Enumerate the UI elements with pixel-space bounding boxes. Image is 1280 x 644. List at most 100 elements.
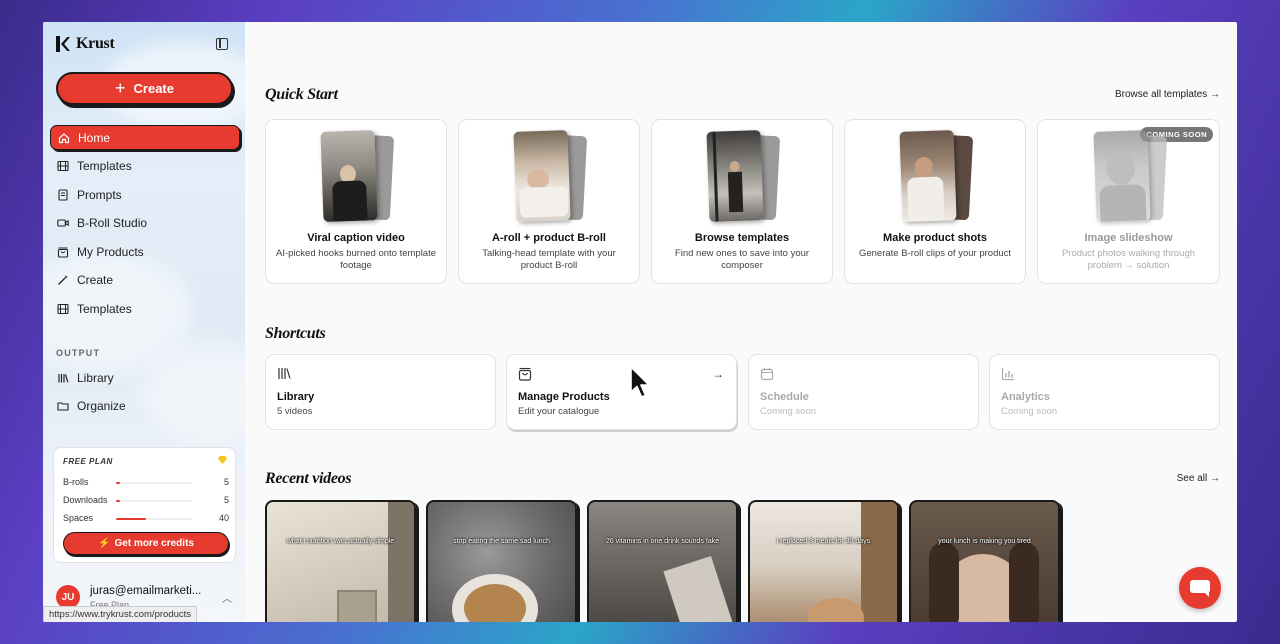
- sidebar-item-create[interactable]: Create: [50, 268, 240, 293]
- usage-bar: [116, 500, 192, 502]
- quick-start-card[interactable]: Browse templates Find new ones to save i…: [651, 119, 833, 284]
- wand-icon: [57, 274, 69, 286]
- arrow-right-icon: →: [712, 367, 724, 381]
- browse-all-templates-link[interactable]: Browse all templates →: [1115, 89, 1220, 100]
- see-all-videos-link[interactable]: See all →: [1177, 473, 1220, 484]
- output-section-label: OUTPUT: [56, 348, 101, 358]
- sidebar-item-label: Organize: [77, 399, 126, 413]
- card-description: Talking-head template with your product …: [482, 248, 616, 271]
- plan-title: FREE PLAN: [63, 457, 113, 466]
- usage-value: 40: [218, 513, 229, 523]
- sidebar-item-b-roll-studio[interactable]: B-Roll Studio: [50, 211, 240, 236]
- app-window: Krust + Create Home Templates Prompts B-…: [43, 22, 1237, 622]
- shortcut-analytics: Analytics Coming soon: [989, 354, 1220, 430]
- template-preview-thumbnail: [1091, 130, 1167, 223]
- bag-icon: [57, 246, 69, 258]
- sidebar-item-organize[interactable]: Organize: [50, 394, 240, 419]
- library-icon: [57, 372, 69, 384]
- sidebar-item-home[interactable]: Home: [50, 125, 240, 150]
- usage-bar: [116, 482, 192, 484]
- url-status-tooltip: https://www.trykrust.com/products: [43, 606, 198, 622]
- sidebar-item-label: B-Roll Studio: [77, 216, 148, 230]
- card-description: Product photos walking through problem →…: [1061, 248, 1196, 271]
- shortcut-subtitle: Coming soon: [1001, 406, 1057, 417]
- card-title: Image slideshow: [1084, 232, 1173, 244]
- get-more-credits-button[interactable]: ⚡ Get more credits: [63, 532, 229, 555]
- quick-start-card: COMING SOON Image slideshow Product phot…: [1037, 119, 1220, 284]
- usage-row-downloads: Downloads 5: [63, 495, 229, 507]
- sidebar-item-templates[interactable]: Templates: [50, 154, 240, 179]
- recent-video-card[interactable]: what i nutrition was actually simple: [265, 500, 416, 622]
- brand-name: Krust: [76, 35, 115, 52]
- shortcut-subtitle: 5 videos: [277, 406, 313, 417]
- shortcut-subtitle: Coming soon: [760, 406, 816, 417]
- usage-row-spaces: Spaces 40: [63, 513, 229, 525]
- home-icon: [58, 132, 70, 144]
- usage-value: 5: [223, 495, 229, 505]
- sidebar-item-label: Prompts: [77, 187, 122, 202]
- quick-start-card[interactable]: Viral caption video AI-picked hooks burn…: [265, 119, 447, 284]
- film-icon: [57, 160, 69, 172]
- film-icon: [57, 303, 69, 315]
- sidebar-toggle-icon[interactable]: [216, 38, 228, 50]
- recent-video-card[interactable]: 26 vitamins in one drink sounds fake: [587, 500, 738, 622]
- video-caption: what i nutrition was actually simple: [286, 538, 395, 545]
- shortcut-manage-products[interactable]: → Manage Products Edit your catalogue: [506, 354, 737, 430]
- credits-button-label: Get more credits: [114, 538, 194, 549]
- sidebar-item-library[interactable]: Library: [50, 365, 240, 390]
- quick-start-card[interactable]: Make product shots Generate B-roll clips…: [844, 119, 1026, 284]
- plan-card: FREE PLAN B-rolls 5 Downloads 5 Spaces 4…: [53, 447, 236, 563]
- quick-start-heading: Quick Start: [265, 86, 338, 103]
- usage-value: 5: [223, 477, 229, 487]
- sidebar-item-my-products[interactable]: My Products: [50, 239, 240, 264]
- card-description: AI-picked hooks burned onto template foo…: [276, 248, 437, 271]
- usage-label: Downloads: [63, 495, 108, 505]
- document-icon: [57, 188, 69, 201]
- create-button-label: Create: [133, 81, 174, 96]
- chevron-up-icon: ︿: [222, 594, 232, 605]
- sidebar-item-label: Create: [77, 273, 114, 287]
- video-caption: 26 vitamins in one drink sounds fake: [605, 538, 720, 545]
- shortcut-subtitle: Edit your catalogue: [518, 406, 600, 417]
- recent-videos-heading: Recent videos: [265, 470, 352, 487]
- shortcut-library[interactable]: Library 5 videos: [265, 354, 496, 430]
- chat-support-button[interactable]: [1179, 567, 1221, 609]
- shortcut-title: Schedule: [760, 391, 809, 403]
- shortcut-title: Library: [277, 391, 315, 403]
- sidebar-item-label: Library: [77, 370, 114, 385]
- plus-icon: +: [115, 77, 126, 98]
- sidebar-item-label: My Products: [77, 244, 144, 259]
- sidebar-item-templates-2[interactable]: Templates: [50, 296, 240, 321]
- usage-row-brolls: B-rolls 5: [63, 477, 229, 489]
- video-caption: your lunch is making you tired: [938, 538, 1031, 545]
- calendar-icon: [760, 367, 774, 384]
- template-preview-thumbnail: [897, 130, 974, 223]
- library-icon: [277, 367, 291, 383]
- sidebar-item-label: Home: [78, 130, 111, 145]
- recent-video-card[interactable]: your lunch is making you tired: [909, 500, 1060, 622]
- card-description: Find new ones to save into your composer: [674, 248, 810, 271]
- sidebar: Krust + Create Home Templates Prompts B-…: [43, 22, 245, 622]
- card-title: Viral caption video: [307, 232, 405, 244]
- usage-label: B-rolls: [63, 477, 89, 487]
- card-title: Make product shots: [883, 232, 987, 244]
- template-preview-thumbnail: [511, 130, 588, 223]
- card-description: Generate B-roll clips of your product: [858, 248, 1012, 259]
- video-icon: [57, 217, 69, 229]
- gem-icon: [218, 456, 227, 464]
- folder-icon: [57, 400, 69, 412]
- bolt-icon: ⚡: [98, 538, 111, 549]
- sidebar-item-label: Templates: [77, 301, 132, 316]
- recent-video-card[interactable]: i replaced 3 meals for 30 days: [748, 500, 899, 622]
- output-nav: Library Organize: [50, 365, 240, 422]
- recent-video-card[interactable]: stop eating the same sad lunch: [426, 500, 577, 622]
- shortcut-schedule: Schedule Coming soon: [748, 354, 979, 430]
- card-title: Browse templates: [694, 232, 790, 244]
- video-caption: i replaced 3 meals for 30 days: [776, 538, 871, 545]
- sidebar-item-prompts[interactable]: Prompts: [50, 182, 240, 207]
- bag-icon: [518, 367, 532, 384]
- brand[interactable]: Krust: [56, 35, 115, 53]
- quick-start-card[interactable]: A-roll + product B-roll Talking-head tem…: [458, 119, 640, 284]
- create-button[interactable]: + Create: [56, 72, 233, 105]
- chart-icon: [1001, 367, 1015, 384]
